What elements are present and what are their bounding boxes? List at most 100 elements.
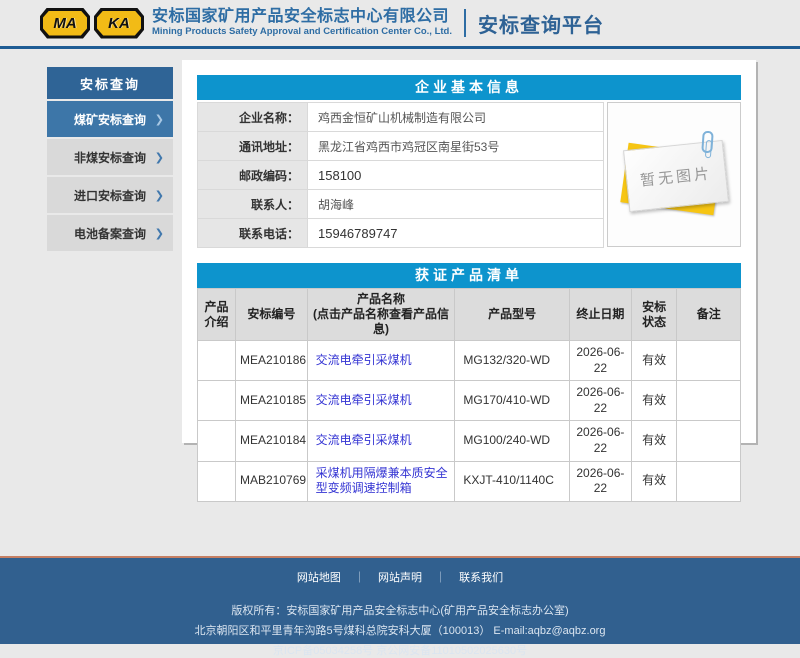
products-section-title: 获证产品清单 [197,263,741,288]
table-header-row: 产品介绍 安标编号 产品名称(点击产品名称查看产品信息) 产品型号 终止日期 安… [198,289,741,341]
sidebar-title: 安标查询 [47,67,173,99]
sidebar-item-label: 非煤安标查询 [74,149,146,166]
table-row: 企业名称： 鸡西金恒矿山机械制造有限公司 [198,103,604,132]
site-statement-link[interactable]: 网站声明 [378,572,422,584]
footer-icp: 京ICP备05034258号 京公网安备11010502025630号 [0,642,800,658]
col-product-name: 产品名称(点击产品名称查看产品信息) [307,289,455,341]
platform-title: 安标查询平台 [478,9,604,38]
header-divider [464,9,466,37]
col-remark: 备注 [677,289,741,341]
product-model-cell: MG132/320-WD [455,341,570,381]
product-model-cell: KXJT-410/1140C [455,461,570,501]
white-card-decor: 暂无图片 [623,140,729,212]
status-cell: 有效 [631,381,677,421]
ka-badge-icon: KA [94,8,144,39]
company-name-value: 鸡西金恒矿山机械制造有限公司 [308,103,604,132]
contact-us-link[interactable]: 联系我们 [459,572,503,584]
table-row: MEA210184 交流电牵引采煤机 MG100/240-WD 2026-06-… [198,421,741,461]
product-intro-cell [198,341,236,381]
footer-copyright: 版权所有：安标国家矿用产品安全标志中心(矿用产品安全标志办公室) [0,602,800,618]
org-names: 安标国家矿用产品安全标志中心有限公司 Mining Products Safet… [152,8,452,37]
col-mark-code: 安标编号 [236,289,308,341]
footer-separator: ｜ [435,572,446,584]
end-date-cell: 2026-06-22 [569,381,631,421]
chevron-right-icon: ❯ [155,189,164,202]
chevron-right-icon: ❯ [155,227,164,240]
ma-badge-icon: MA [40,8,90,39]
address-label: 通讯地址： [198,132,308,161]
footer: 网站地图 ｜ 网站声明 ｜ 联系我们 版权所有：安标国家矿用产品安全标志中心(矿… [0,556,800,644]
col-product-model: 产品型号 [455,289,570,341]
col-mark-status: 安标状态 [631,289,677,341]
company-name-label: 企业名称： [198,103,308,132]
contact-person-value: 胡海峰 [308,190,604,219]
paperclip-icon [701,131,714,154]
ka-badge-label: KA [97,11,141,36]
sidebar-item-label: 电池备案查询 [74,225,146,242]
table-row: MAB210769 采煤机用隔爆兼本质安全型变频调速控制箱 KXJT-410/1… [198,461,741,501]
maka-logo: MA KA [40,8,144,39]
footer-links: 网站地图 ｜ 网站声明 ｜ 联系我们 [0,558,800,585]
header-accent-line [0,46,800,49]
status-cell: 有效 [631,421,677,461]
table-row: 通讯地址： 黑龙江省鸡西市鸡冠区南星街53号 [198,132,604,161]
no-image-placeholder: 暂无图片 [607,102,741,247]
chevron-right-icon: ❯ [155,151,164,164]
mark-code-cell: MEA210185 [236,381,308,421]
mark-code-cell: MAB210769 [236,461,308,501]
remark-cell [677,461,741,501]
product-intro-cell [198,381,236,421]
remark-cell [677,381,741,421]
sidebar-item-import-query[interactable]: 进口安标查询 ❯ [47,177,173,213]
remark-cell [677,421,741,461]
sidebar-item-label: 煤矿安标查询 [74,111,146,128]
postal-code-value: 158100 [308,161,604,190]
address-value: 黑龙江省鸡西市鸡冠区南星街53号 [308,132,604,161]
product-intro-cell [198,461,236,501]
company-info-table: 企业名称： 鸡西金恒矿山机械制造有限公司 通讯地址： 黑龙江省鸡西市鸡冠区南星街… [197,102,604,248]
contact-person-label: 联系人： [198,190,308,219]
remark-cell [677,341,741,381]
col-end-date: 终止日期 [569,289,631,341]
col-product-intro: 产品介绍 [198,289,236,341]
product-name-link[interactable]: 交流电牵引采煤机 [316,393,412,407]
footer-address: 北京朝阳区和平里青年沟路5号煤科总院安科大厦（100013） E-mail:aq… [0,622,800,638]
no-image-text: 暂无图片 [639,162,713,190]
org-name-en: Mining Products Safety Approval and Cert… [152,27,452,38]
product-name-link[interactable]: 采煤机用隔爆兼本质安全型变频调速控制箱 [316,466,448,496]
end-date-cell: 2026-06-22 [569,421,631,461]
ma-badge-label: MA [43,11,87,36]
table-row: 联系电话： 15946789747 [198,219,604,248]
main-panel: 企业基本信息 企业名称： 鸡西金恒矿山机械制造有限公司 通讯地址： 黑龙江省鸡西… [182,60,756,443]
sitemap-link[interactable]: 网站地图 [297,572,341,584]
phone-label: 联系电话： [198,219,308,248]
product-model-cell: MG170/410-WD [455,381,570,421]
product-name-link[interactable]: 交流电牵引采煤机 [316,353,412,367]
chevron-right-icon: ❯ [155,113,164,126]
sidebar-item-coal-query[interactable]: 煤矿安标查询 ❯ [47,101,173,137]
company-info-section: 企业名称： 鸡西金恒矿山机械制造有限公司 通讯地址： 黑龙江省鸡西市鸡冠区南星街… [197,102,741,248]
product-model-cell: MG100/240-WD [455,421,570,461]
company-info-section-title: 企业基本信息 [197,75,741,100]
postal-code-label: 邮政编码： [198,161,308,190]
site-header: MA KA 安标国家矿用产品安全标志中心有限公司 Mining Products… [0,0,800,46]
table-row: 联系人： 胡海峰 [198,190,604,219]
product-intro-cell [198,421,236,461]
table-row: MEA210186 交流电牵引采煤机 MG132/320-WD 2026-06-… [198,341,741,381]
phone-value: 15946789747 [308,219,604,248]
product-name-link[interactable]: 交流电牵引采煤机 [316,433,412,447]
status-cell: 有效 [631,341,677,381]
sidebar: 安标查询 煤矿安标查询 ❯ 非煤安标查询 ❯ 进口安标查询 ❯ 电池备案查询 ❯ [47,67,173,251]
sidebar-item-label: 进口安标查询 [74,187,146,204]
sidebar-item-noncoal-query[interactable]: 非煤安标查询 ❯ [47,139,173,175]
sidebar-item-battery-query[interactable]: 电池备案查询 ❯ [47,215,173,251]
table-row: MEA210185 交流电牵引采煤机 MG170/410-WD 2026-06-… [198,381,741,421]
org-name-zh: 安标国家矿用产品安全标志中心有限公司 [152,8,452,26]
status-cell: 有效 [631,461,677,501]
end-date-cell: 2026-06-22 [569,341,631,381]
mark-code-cell: MEA210184 [236,421,308,461]
footer-separator: ｜ [354,572,365,584]
products-table: 产品介绍 安标编号 产品名称(点击产品名称查看产品信息) 产品型号 终止日期 安… [197,288,741,502]
products-section: 获证产品清单 产品介绍 安标编号 产品名称(点击产品名称查看产品信息) 产品型号… [197,263,741,502]
end-date-cell: 2026-06-22 [569,461,631,501]
